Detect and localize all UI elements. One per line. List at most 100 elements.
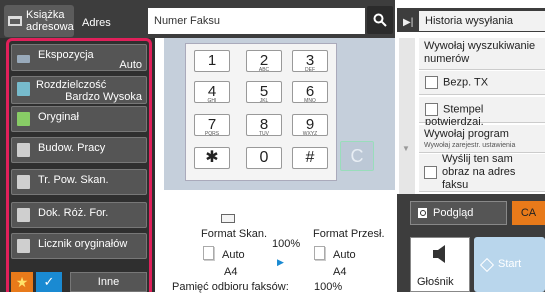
resolution-icon xyxy=(17,82,30,96)
ca-button[interactable]: CA xyxy=(512,201,545,225)
key-0[interactable]: 0 xyxy=(246,147,282,169)
send-mode[interactable]: Auto xyxy=(333,249,356,261)
scan-size-label: Format Skan. xyxy=(201,228,268,240)
start-button[interactable]: Start xyxy=(474,237,545,292)
fax-number-input[interactable]: Numer Faksu xyxy=(148,8,365,34)
key-letters: PQRS xyxy=(204,131,220,137)
resolution-value: Bardzo Wysoka xyxy=(65,91,142,103)
arrow-right-icon: ▶ xyxy=(277,257,284,267)
key-digit: 9 xyxy=(305,116,315,133)
exposure-label: Ekspozycja xyxy=(38,49,94,61)
address-book-button[interactable]: Książka adresowa xyxy=(4,5,74,37)
recall-program-sublabel: Wywołaj zarejestr. ustawienia xyxy=(424,142,516,149)
recall-program-button[interactable]: Wywołaj program Wywołaj zarejestr. ustaw… xyxy=(419,125,545,153)
original-count-icon xyxy=(17,239,30,253)
exposure-value: Auto xyxy=(119,59,142,71)
slow-scan-button[interactable]: Tr. Pow. Skan. xyxy=(11,169,147,195)
key-star[interactable]: ✱ xyxy=(194,147,230,169)
scan-paper-icon xyxy=(203,246,214,260)
key-letters: MNO xyxy=(304,98,316,104)
no-tx-label: Bezp. TX xyxy=(443,76,489,89)
job-build-icon xyxy=(17,143,30,157)
confirm-settings-button[interactable]: ✓ xyxy=(36,272,62,292)
key-digit: 4 xyxy=(207,83,217,100)
mixed-size-icon xyxy=(17,208,30,222)
recall-program-label: Wywołaj program xyxy=(424,128,509,140)
send-size: A4 xyxy=(333,266,347,278)
key-digit: ✱ xyxy=(205,149,219,166)
key-digit: 6 xyxy=(305,83,315,100)
key-letters: GHI xyxy=(207,98,217,104)
checkbox-icon xyxy=(425,103,438,116)
preview-icon xyxy=(418,208,427,218)
scroll-down-icon: ▼ xyxy=(402,144,410,153)
mixed-size-label: Dok. Róż. For. xyxy=(38,207,109,219)
fax-memory-value: 100% xyxy=(314,281,343,293)
original-button[interactable]: Oryginał xyxy=(11,106,147,132)
job-build-button[interactable]: Budow. Pracy xyxy=(11,137,147,163)
no-tx-checkbox[interactable]: Bezp. TX xyxy=(419,71,545,95)
start-label: Start xyxy=(498,258,522,270)
ratio-value: 100% xyxy=(272,238,301,250)
send-paper-icon xyxy=(314,246,325,260)
speaker-label: Głośnik xyxy=(417,276,454,288)
confirm-stamp-checkbox[interactable]: Stempel potwierdzaj. xyxy=(419,97,545,128)
scan-size: A4 xyxy=(224,266,238,278)
original-label: Oryginał xyxy=(38,111,79,123)
key-digit: 2 xyxy=(259,52,269,69)
key-letters: ABC xyxy=(258,67,270,73)
scan-mode[interactable]: Auto xyxy=(222,249,245,261)
key-digit: 1 xyxy=(207,52,217,69)
key-letters: TUV xyxy=(259,131,269,137)
search-icon xyxy=(373,13,387,27)
scrollbar-lower[interactable]: ▼ xyxy=(399,142,415,194)
preview-label: Podgląd xyxy=(433,207,474,219)
preview-button[interactable]: Podgląd xyxy=(410,201,507,225)
checkmark-icon: ✓ xyxy=(43,274,55,289)
resolution-button[interactable]: Rozdzielczość Bardzo Wysoka xyxy=(11,76,147,104)
key-6[interactable]: 6 MNO xyxy=(292,81,328,104)
scrollbar-track[interactable] xyxy=(399,38,415,142)
favorite-button[interactable]: ★ xyxy=(11,272,33,292)
key-2[interactable]: 2 ABC xyxy=(246,50,282,73)
other-button[interactable]: Inne xyxy=(70,272,147,292)
key-hash[interactable]: # xyxy=(292,147,328,169)
exposure-button[interactable]: Ekspozycja Auto xyxy=(11,44,147,71)
slow-scan-label: Tr. Pow. Skan. xyxy=(38,174,109,186)
star-icon: ★ xyxy=(15,273,29,290)
send-size-label: Format Przesł. xyxy=(313,228,385,240)
key-7[interactable]: 7 PQRS xyxy=(194,114,230,137)
scanner-icon xyxy=(221,214,235,223)
job-build-label: Budow. Pracy xyxy=(38,142,106,154)
speaker-button[interactable]: Głośnik xyxy=(410,237,470,292)
clear-key[interactable]: C xyxy=(340,141,374,171)
original-count-button[interactable]: Licznik oryginałów xyxy=(11,233,147,259)
key-digit: 5 xyxy=(259,83,269,100)
send-history-button[interactable]: Historia wysyłania xyxy=(419,11,545,31)
key-letters: JKL xyxy=(259,98,269,104)
key-9[interactable]: 9 WXYZ xyxy=(292,114,328,137)
slow-scan-icon xyxy=(17,175,30,189)
key-8[interactable]: 8 TUV xyxy=(246,114,282,137)
key-digit: # xyxy=(305,149,315,166)
fax-memory-label: Pamięć odbioru faksów: xyxy=(172,281,289,293)
key-digit: 7 xyxy=(207,116,217,133)
original-icon xyxy=(17,112,30,126)
search-button[interactable] xyxy=(367,6,393,34)
recall-number-search-button[interactable]: Wywołaj wyszukiwanie numerów xyxy=(419,38,545,70)
key-5[interactable]: 5 JKL xyxy=(246,81,282,104)
key-3[interactable]: 3 DEF xyxy=(292,50,328,73)
address-book-label: Książka adresowa xyxy=(26,9,74,33)
exposure-icon xyxy=(17,55,30,63)
checkbox-icon xyxy=(425,76,438,89)
send-same-image-checkbox[interactable]: Wyślij ten sam obraz na adres faksu xyxy=(419,153,545,192)
collapse-arrow-icon[interactable]: ▶| xyxy=(403,17,413,28)
address-tab[interactable]: Adres xyxy=(82,17,111,29)
mixed-size-button[interactable]: Dok. Róż. For. xyxy=(11,202,147,228)
key-digit: 8 xyxy=(259,116,269,133)
key-letters: WXYZ xyxy=(302,131,318,137)
key-letters: DEF xyxy=(305,67,315,73)
original-count-label: Licznik oryginałów xyxy=(38,238,128,250)
key-1[interactable]: 1 xyxy=(194,50,230,72)
key-4[interactable]: 4 GHI xyxy=(194,81,230,104)
